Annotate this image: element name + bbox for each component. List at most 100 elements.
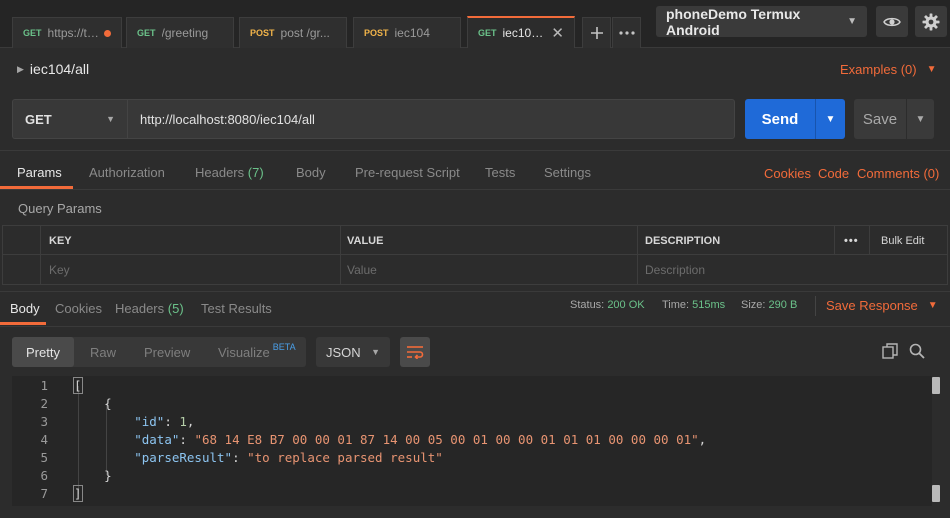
response-tab-body[interactable]: Body [10,301,40,316]
wrap-lines-icon [407,346,424,359]
table-header-row: KEY VALUE DESCRIPTION ••• Bulk Edit [3,226,947,255]
line-number: 1 [40,377,48,393]
ellipsis-icon[interactable]: ••• [836,226,859,255]
eye-icon [883,17,901,26]
tab-authorization[interactable]: Authorization [89,165,165,180]
save-options-button[interactable]: ▼ [906,99,934,139]
value-column-header: VALUE [347,234,384,247]
response-tab-headers[interactable]: Headers (5) [115,301,184,316]
examples-dropdown[interactable]: Examples (0) ▼ [840,62,936,77]
tab-tests[interactable]: Tests [485,165,515,180]
status-value: 200 OK [607,299,645,311]
response-tab-test-results[interactable]: Test Results [201,301,272,316]
tab-headers[interactable]: Headers (7) [195,165,264,180]
tab-method: GET [478,28,497,38]
code-line: 5 "parseResult": "to replace parsed resu… [12,448,442,466]
chevron-down-icon: ▼ [927,300,938,311]
environment-quick-look-button[interactable] [876,6,908,37]
copy-button[interactable] [882,343,898,362]
chevron-down-icon: ▼ [847,16,857,27]
code-token: "data" [134,431,180,447]
tab-method: POST [250,28,275,38]
caret-right-icon[interactable]: ▶ [17,64,24,75]
response-body-editor[interactable]: 1[ 2 { 3 "id": 1, 4 "data": "68 14 E8 B7… [12,376,940,506]
scrollbar-thumb[interactable] [932,377,940,394]
environment-settings-button[interactable] [915,6,947,37]
response-headers-count: (5) [167,301,184,316]
save-response-dropdown[interactable]: Save Response ▼ [826,298,938,313]
request-tab[interactable]: GET https://tra... [12,17,122,48]
search-button[interactable] [909,343,925,362]
size-label: Size: [741,299,766,311]
wrap-lines-button[interactable] [400,337,430,367]
column-divider [340,226,341,284]
request-tab-active[interactable]: GET iec104/all ✕ [467,16,575,48]
request-tab[interactable]: POST post /gr... [239,17,347,48]
table-row: Key Value Description [3,255,947,284]
request-title[interactable]: ▶ iec104/all [17,61,89,77]
format-preview[interactable]: Preview [144,337,190,367]
tab-options-button[interactable] [612,17,641,48]
save-response-label: Save Response [826,298,918,313]
cookies-link[interactable]: Cookies [764,166,811,181]
code-line: 7] [12,484,83,502]
visualize-label: Visualize [218,344,270,360]
comments-link[interactable]: Comments (0) [857,166,939,181]
response-status[interactable]: Status: 200 OK [570,299,645,311]
response-size[interactable]: Size: 290 B [741,299,797,311]
value-input[interactable]: Value [339,255,637,284]
line-number: 5 [40,449,48,465]
code-token: { [104,395,112,411]
tab-method: GET [137,28,156,38]
tab-pre-request-script[interactable]: Pre-request Script [355,165,460,180]
chevron-down-icon: ▼ [106,114,115,124]
tab-method: POST [364,28,389,38]
language-value: JSON [326,344,361,360]
scrollbar-thumb[interactable] [932,485,940,502]
tab-settings[interactable]: Settings [544,165,591,180]
chevron-down-icon: ▼ [915,113,926,125]
tab-name: https://tra... [47,26,101,40]
description-input[interactable]: Description [637,255,937,284]
format-visualize[interactable]: Visualize BETA [218,337,296,367]
code-token: : [179,431,195,447]
url-input[interactable]: http://localhost:8080/iec104/all [127,99,735,139]
divider [0,291,950,292]
code-link[interactable]: Code [818,166,849,181]
response-tab-cookies[interactable]: Cookies [55,301,102,316]
query-params-table: KEY VALUE DESCRIPTION ••• Bulk Edit Key … [2,225,948,285]
copy-icon [882,343,898,359]
tab-name: iec104 [394,26,430,40]
key-input[interactable]: Key [41,255,339,284]
language-select[interactable]: JSON ▼ [316,337,390,367]
tab-name: iec104/all [502,26,544,40]
request-tab[interactable]: POST iec104 [353,17,461,48]
line-number: 7 [40,485,48,501]
method-select[interactable]: GET ▼ [12,99,127,139]
response-time[interactable]: Time: 515ms [662,299,725,311]
request-tab[interactable]: GET /greeting [126,17,234,48]
environment-select[interactable]: phoneDemo Termux Android ▼ [656,6,867,38]
send-options-button[interactable]: ▼ [815,99,845,139]
format-pretty[interactable]: Pretty [12,337,74,367]
tab-params[interactable]: Params [17,165,62,180]
response-headers-label: Headers [115,301,165,316]
send-button[interactable]: Send [745,99,815,139]
bulk-edit-button[interactable]: Bulk Edit [873,226,924,255]
method-value: GET [25,111,52,127]
unsaved-dot-icon [104,29,111,37]
new-tab-button[interactable] [582,17,611,48]
format-raw[interactable]: Raw [90,337,116,367]
code-token: [ [73,376,83,394]
save-button[interactable]: Save [854,99,906,139]
tab-body[interactable]: Body [296,165,326,180]
close-icon[interactable]: ✕ [551,24,564,42]
ellipsis-icon [618,31,635,35]
plus-icon [590,27,603,39]
description-column-header: DESCRIPTION [645,234,721,247]
code-token: , [698,431,707,447]
